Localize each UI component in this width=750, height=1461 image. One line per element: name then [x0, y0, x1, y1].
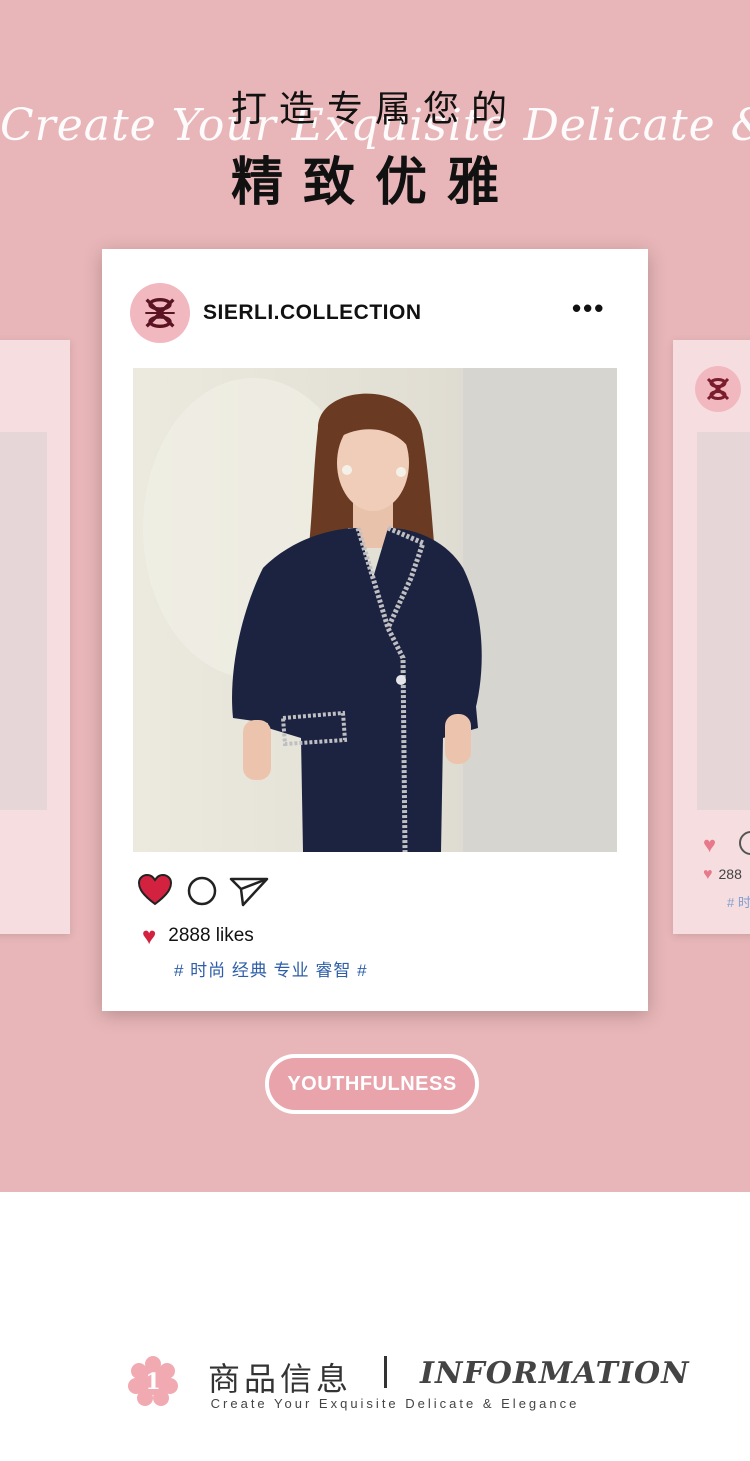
section-title-en: INFORMATION — [420, 1356, 690, 1391]
title-divider — [384, 1356, 387, 1388]
side-post-card-left — [0, 340, 70, 934]
comment-icon — [739, 831, 750, 855]
side-card-tag: # 时 — [727, 895, 750, 910]
comment-icon — [187, 876, 217, 906]
hero-section: Create Your Exquisite Delicate & Eleganc… — [0, 0, 750, 1192]
username[interactable]: SIERLI.COLLECTION — [203, 301, 422, 325]
side-card-photo-placeholder — [697, 432, 750, 810]
avatar[interactable] — [130, 283, 190, 343]
section-title-cn: 商品信息 — [208, 1360, 353, 1398]
comment-button[interactable] — [186, 875, 218, 912]
heart-icon: ♥ — [142, 923, 157, 950]
likes-count: ♥ 2888 likes — [142, 923, 254, 950]
share-icon — [229, 877, 269, 907]
section-subtitle: Create Your Exquisite Delicate & Eleganc… — [210, 1396, 580, 1411]
side-card-photo-placeholder — [0, 432, 47, 810]
heart-icon: ♥ — [703, 866, 713, 883]
share-button[interactable] — [229, 875, 269, 912]
title-line-2: 精致优雅 — [230, 153, 519, 213]
model-in-navy-dress-image — [133, 368, 617, 852]
hashtags[interactable]: # 时尚 经典 专业 睿智 # — [174, 956, 368, 981]
side-card-avatar — [695, 366, 741, 412]
section-number: 1 — [145, 1369, 160, 1395]
heart-icon — [137, 873, 173, 906]
title-line-1: 打造专属您的 — [230, 89, 519, 130]
side-post-card-right: ♥ ♥ 288 # 时 — [673, 340, 750, 934]
brand-logo-icon — [706, 377, 730, 401]
brand-logo-icon — [145, 298, 175, 328]
post-card: SIERLI.COLLECTION ••• ♥ 2888 likes # 时尚 … — [102, 249, 648, 1011]
heart-icon: ♥ — [703, 832, 717, 857]
more-icon[interactable]: ••• — [572, 293, 605, 324]
side-card-likes: ♥ 288 — [703, 866, 742, 883]
youthfulness-badge[interactable]: YOUTHFULNESS — [265, 1054, 479, 1114]
like-button[interactable] — [137, 873, 173, 912]
post-photo — [133, 368, 617, 852]
